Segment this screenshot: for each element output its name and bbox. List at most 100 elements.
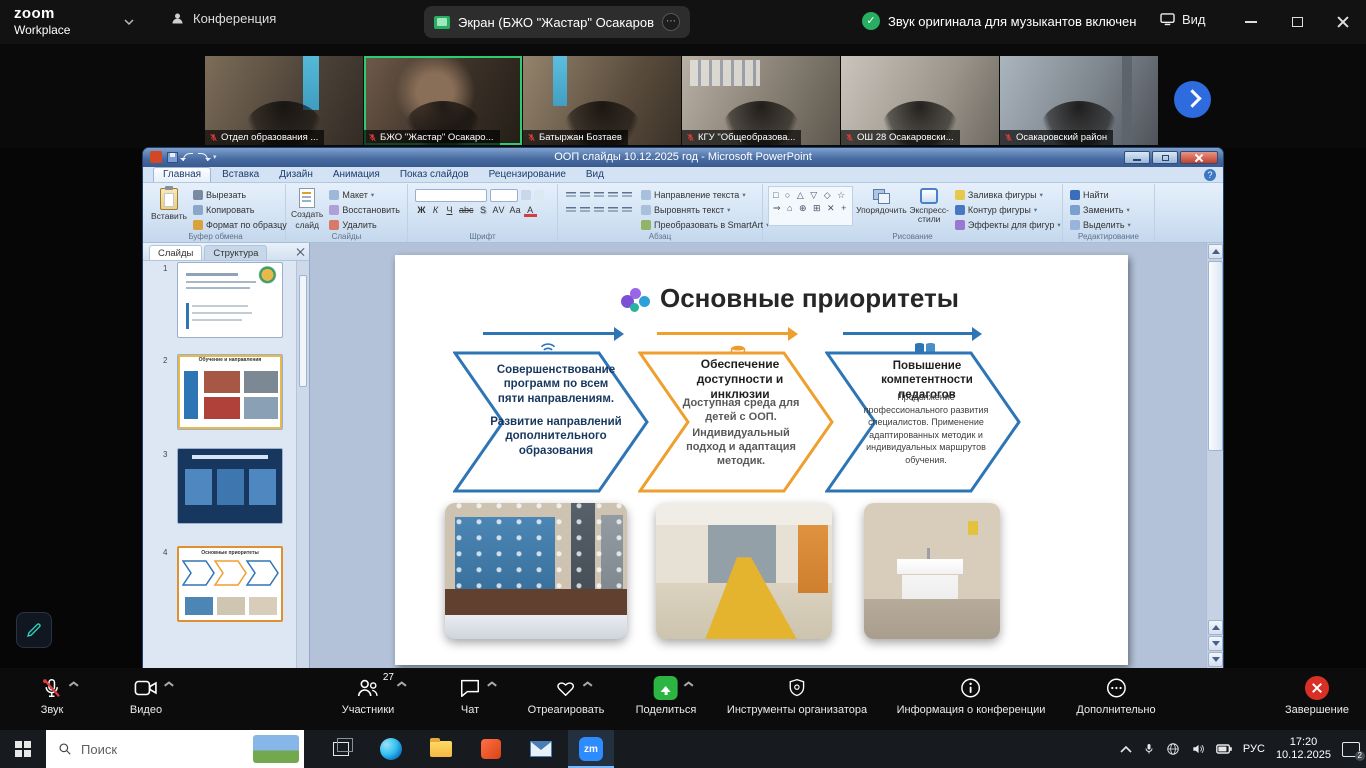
- tab-animation[interactable]: Анимация: [324, 168, 389, 182]
- find-button[interactable]: Найти: [1068, 188, 1149, 202]
- tab-shared-screen[interactable]: Экран (БЖО "Жастар" Осакаров ⋯: [424, 6, 690, 38]
- arrange-button[interactable]: Упорядочить: [857, 186, 905, 232]
- scroll-up-button[interactable]: [1208, 244, 1223, 259]
- line-spacing-icon[interactable]: [621, 190, 633, 201]
- underline-button[interactable]: Ч: [443, 204, 456, 217]
- slide-4-preview[interactable]: Основные приоритеты: [177, 546, 283, 622]
- align-text-button[interactable]: Выровнять текст▾: [639, 203, 771, 217]
- shape-effects-button[interactable]: Эффекты для фигур▾: [953, 218, 1063, 232]
- shape-outline-button[interactable]: Контур фигуры▾: [953, 203, 1063, 217]
- tab-view[interactable]: Вид: [577, 168, 613, 182]
- chat-button[interactable]: Чат: [459, 676, 481, 716]
- video-caret[interactable]: [164, 679, 173, 685]
- align-left-icon[interactable]: [565, 205, 577, 216]
- italic-button[interactable]: К: [429, 204, 442, 217]
- ppt-restore-button[interactable]: [1152, 151, 1178, 164]
- font-color-button[interactable]: А: [524, 204, 537, 217]
- search-highlight-image[interactable]: [253, 735, 299, 763]
- audio-button[interactable]: Звук: [41, 676, 64, 716]
- paste-button[interactable]: Вставить: [151, 186, 187, 232]
- show-hidden-icons[interactable]: [1120, 745, 1132, 753]
- character-spacing-button[interactable]: АV: [491, 204, 507, 217]
- ppt-close-button[interactable]: [1180, 151, 1218, 164]
- pane-tab-outline[interactable]: Структура: [204, 245, 267, 260]
- start-button[interactable]: [0, 730, 46, 768]
- video-tile-active-speaker[interactable]: БЖО "Жастар" Осакаро...: [364, 56, 522, 145]
- language-indicator[interactable]: РУС: [1243, 743, 1265, 755]
- quick-styles-button[interactable]: Экспресс-стили: [909, 186, 949, 232]
- next-participants-button[interactable]: [1174, 81, 1211, 118]
- taskbar-clock[interactable]: 17:20 10.12.2025: [1276, 736, 1331, 762]
- annotate-button[interactable]: [16, 612, 52, 648]
- scrollbar-thumb[interactable]: [1208, 261, 1223, 451]
- react-caret[interactable]: [583, 679, 592, 685]
- columns-icon[interactable]: [621, 205, 633, 216]
- pane-tab-slides[interactable]: Слайды: [149, 245, 202, 260]
- video-tile[interactable]: КГУ "Общеобразова...: [682, 56, 840, 145]
- help-button[interactable]: ?: [1204, 169, 1216, 181]
- decrease-indent-icon[interactable]: [593, 190, 605, 201]
- host-tools-button[interactable]: Инструменты организатора: [727, 676, 867, 716]
- undo-icon[interactable]: [183, 153, 193, 161]
- new-slide-button[interactable]: Создать слайд: [291, 186, 323, 232]
- slide-1-preview[interactable]: [177, 262, 283, 338]
- taskbar-search[interactable]: Поиск: [46, 730, 304, 768]
- mail-app-button[interactable]: [518, 730, 564, 768]
- task-view-button[interactable]: [318, 730, 364, 768]
- tab-options-icon[interactable]: ⋯: [662, 13, 680, 31]
- edge-button[interactable]: [368, 730, 414, 768]
- action-center-icon[interactable]: 2: [1342, 742, 1360, 757]
- video-tile[interactable]: ОШ 28 Осакаровски...: [841, 56, 999, 145]
- select-button[interactable]: Выделить▾: [1068, 218, 1149, 232]
- tab-design[interactable]: Дизайн: [270, 168, 322, 182]
- ppt-minimize-button[interactable]: [1124, 151, 1150, 164]
- text-shadow-button[interactable]: S: [477, 204, 490, 217]
- maximize-button[interactable]: [1274, 0, 1320, 44]
- share-button[interactable]: Поделиться: [636, 676, 697, 716]
- tab-slideshow[interactable]: Показ слайдов: [391, 168, 478, 182]
- chevron-down-icon[interactable]: [124, 17, 134, 27]
- bullets-icon[interactable]: [565, 190, 577, 201]
- change-case-button[interactable]: Аа: [508, 204, 523, 217]
- end-meeting-button[interactable]: Завершение: [1285, 676, 1349, 716]
- tab-insert[interactable]: Вставка: [213, 168, 268, 182]
- pane-close-icon[interactable]: [296, 247, 305, 256]
- replace-button[interactable]: Заменить▾: [1068, 203, 1149, 217]
- shapes-gallery-row1[interactable]: □ ○ △ ▽ ◇ ☆: [773, 189, 848, 201]
- volume-icon[interactable]: [1191, 742, 1205, 756]
- chat-caret[interactable]: [487, 679, 496, 685]
- video-tile[interactable]: Батыржан Бозтаев: [523, 56, 681, 145]
- participants-caret[interactable]: [397, 679, 406, 685]
- slide-3-preview[interactable]: [177, 448, 283, 524]
- numbering-icon[interactable]: [579, 190, 591, 201]
- justify-icon[interactable]: [607, 205, 619, 216]
- grow-font-icon[interactable]: [521, 190, 531, 200]
- layout-button[interactable]: Макет▾: [327, 188, 402, 202]
- tray-mic-icon[interactable]: [1143, 742, 1155, 756]
- increase-indent-icon[interactable]: [607, 190, 619, 201]
- cut-button[interactable]: Вырезать: [191, 188, 289, 202]
- participants-button[interactable]: 27 Участники: [342, 676, 395, 716]
- delete-button[interactable]: Удалить: [327, 218, 402, 232]
- text-direction-button[interactable]: Направление текста▾: [639, 188, 771, 202]
- clear-formatting-icon[interactable]: [534, 190, 544, 200]
- meeting-info-button[interactable]: Информация о конференции: [897, 676, 1046, 716]
- slide-2-preview[interactable]: Обучение и направления: [177, 354, 283, 430]
- slide-scrollbar[interactable]: [1206, 243, 1223, 668]
- scroll-down-button[interactable]: [1208, 652, 1223, 667]
- shape-fill-button[interactable]: Заливка фигуры▾: [953, 188, 1063, 202]
- bold-button[interactable]: Ж: [415, 204, 428, 217]
- reset-button[interactable]: Восстановить: [327, 203, 402, 217]
- view-button[interactable]: Вид: [1160, 12, 1206, 27]
- smartart-button[interactable]: Преобразовать в SmartArt▾: [639, 218, 771, 232]
- save-icon[interactable]: [167, 152, 178, 163]
- strikethrough-button[interactable]: abc: [457, 204, 476, 217]
- video-button[interactable]: Видео: [130, 676, 162, 716]
- previous-slide-button[interactable]: [1208, 620, 1223, 635]
- close-button[interactable]: [1320, 0, 1366, 44]
- audio-caret[interactable]: [69, 679, 78, 685]
- format-painter-button[interactable]: Формат по образцу: [191, 218, 289, 232]
- react-button[interactable]: Отреагировать: [528, 676, 605, 716]
- tab-review[interactable]: Рецензирование: [480, 168, 575, 182]
- align-center-icon[interactable]: [579, 205, 591, 216]
